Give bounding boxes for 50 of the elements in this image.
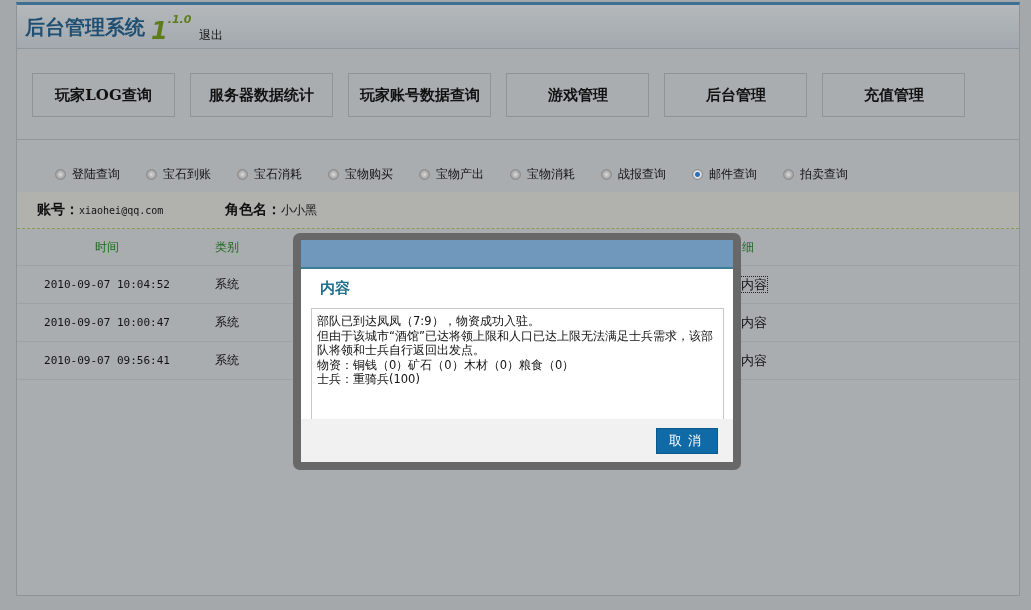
radio-label[interactable]: 宝物消耗: [527, 165, 575, 183]
account-value: xiaohei@qq.com: [79, 204, 164, 216]
message-line: 士兵：重骑兵(100): [317, 372, 421, 387]
nav-button[interactable]: 游戏管理: [506, 73, 649, 117]
message-line: 部队已到达凤凤（7:9），物资成功入驻。: [317, 314, 541, 329]
view-link[interactable]: 内容: [741, 276, 767, 292]
column-header: 细: [742, 239, 754, 254]
radio-button[interactable]: [510, 168, 521, 180]
nav-button[interactable]: 充值管理: [822, 73, 965, 117]
table-cell: 2010-09-07 10:00:47: [44, 316, 170, 329]
radio-button[interactable]: [146, 168, 157, 180]
radio-label[interactable]: 邮件查询: [709, 165, 757, 183]
role-label: 角色名：: [225, 201, 282, 219]
account-label: 账号：: [37, 201, 79, 219]
radio-label[interactable]: 宝物产出: [436, 165, 484, 183]
nav-button[interactable]: 玩家LOG查询: [32, 73, 175, 117]
radio-button[interactable]: [55, 168, 66, 180]
table-cell: 2010-09-07 10:04:52: [44, 278, 170, 291]
cancel-button[interactable]: 取消: [656, 427, 718, 454]
radio-button[interactable]: [692, 168, 703, 180]
version-suffix: .1.0: [167, 13, 192, 26]
radio-button[interactable]: [601, 168, 612, 180]
app-title: 后台管理系统: [25, 14, 145, 41]
view-link[interactable]: 内容: [741, 314, 767, 330]
column-header: 类别: [215, 239, 239, 254]
table-cell: 2010-09-07 09:56:41: [44, 354, 170, 367]
table-cell: 系统: [215, 277, 239, 291]
message-line: 物资：铜钱（0）矿石（0）木材（0）粮食（0）: [317, 357, 576, 372]
radio-label[interactable]: 宝石到账: [163, 165, 211, 183]
radio-button[interactable]: [237, 168, 248, 180]
role-value: 小小黑: [281, 201, 318, 219]
radio-label[interactable]: 宝石消耗: [254, 165, 302, 183]
radio-button[interactable]: [783, 168, 794, 180]
radio-button[interactable]: [419, 168, 430, 180]
radio-label[interactable]: 拍卖查询: [800, 165, 848, 183]
radio-label[interactable]: 宝物购买: [345, 165, 393, 183]
dialog-heading: 内容: [320, 279, 351, 298]
nav-button[interactable]: 玩家账号数据查询: [348, 73, 491, 117]
radio-label[interactable]: 战报查询: [618, 165, 666, 183]
table-cell: 系统: [215, 315, 239, 329]
nav-button[interactable]: 后台管理: [664, 73, 807, 117]
radio-label[interactable]: 登陆查询: [72, 165, 120, 183]
radio-button[interactable]: [328, 168, 339, 180]
view-link[interactable]: 内容: [741, 352, 767, 368]
version-number: 1: [151, 18, 168, 44]
table-cell: 系统: [215, 353, 239, 367]
nav-button[interactable]: 服务器数据统计: [190, 73, 333, 117]
column-header: 时间: [95, 239, 119, 254]
logout-link[interactable]: 退出: [199, 27, 224, 44]
message-line: 但由于该城市“酒馆”已达将领上限和人口已达上限无法满足士兵需求，该部队将领和士兵自行返回出发点。: [317, 328, 714, 358]
